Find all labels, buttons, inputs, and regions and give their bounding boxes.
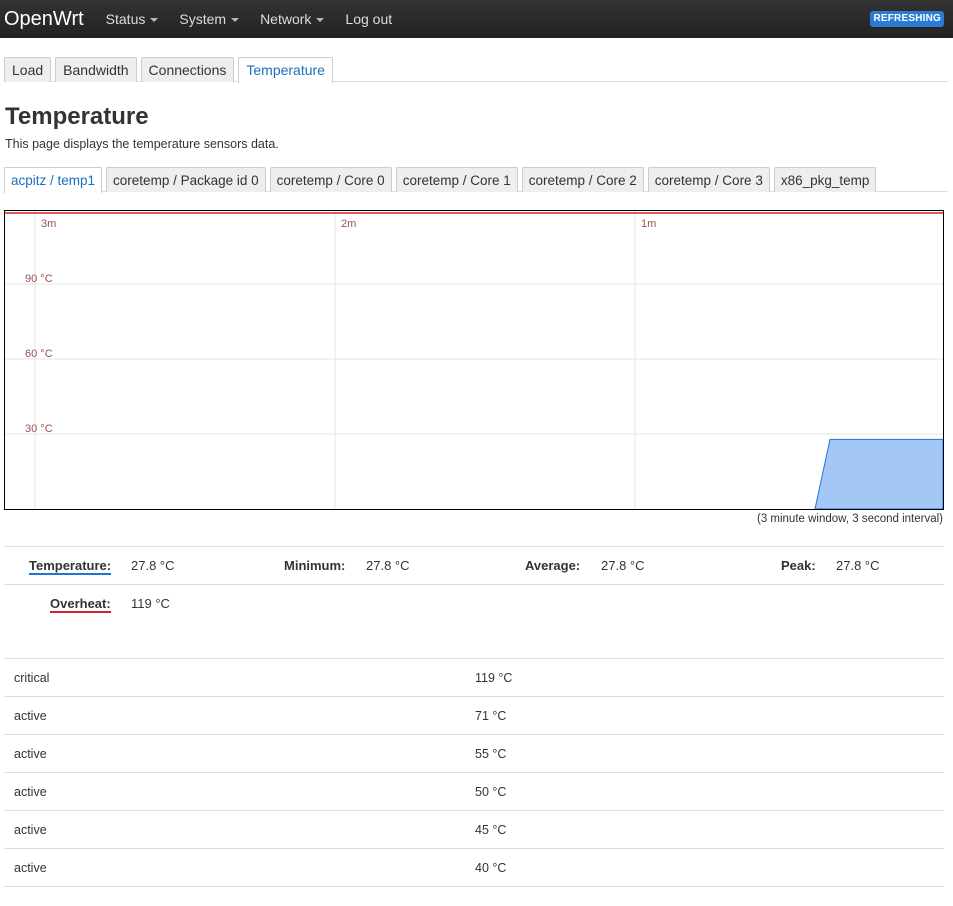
minimum-label: Minimum: [284, 558, 346, 573]
refreshing-badge[interactable]: REFRESHING [870, 11, 944, 27]
tab-sensor-core-3[interactable]: coretemp / Core 3 [647, 167, 770, 192]
minimum-value: 27.8 °C [366, 558, 410, 573]
trip-type: active [14, 709, 47, 723]
temperature-graph: 3m 2m 1m 90 °C 60 °C 30 °C [4, 210, 944, 510]
caret-down-icon [231, 17, 240, 22]
trip-type: active [14, 861, 47, 875]
tab-bandwidth[interactable]: Bandwidth [55, 57, 137, 82]
nav-menu: Status System Network Log out [106, 11, 413, 27]
tab-sensor-core-1[interactable]: coretemp / Core 1 [395, 167, 518, 192]
nav-item-system[interactable]: System [179, 11, 240, 27]
x-tick-label: 3m [41, 218, 56, 230]
trip-points-table: critical 119 °C active 71 °C active 55 °… [4, 658, 944, 887]
temperature-area [814, 438, 943, 509]
tab-sensor-package-id-0[interactable]: coretemp / Package id 0 [106, 167, 266, 192]
legend-row: Temperature: 27.8 °C Minimum: 27.8 °C Av… [4, 547, 944, 585]
trip-temp: 55 °C [475, 747, 507, 761]
peak-value: 27.8 °C [836, 558, 880, 573]
nav-item-network[interactable]: Network [260, 11, 325, 27]
trip-type: active [14, 785, 47, 799]
nav-item-label: Log out [345, 11, 393, 27]
y-tick-label: 90 °C [25, 273, 53, 285]
tab-sensor-core-2[interactable]: coretemp / Core 2 [521, 167, 644, 192]
trip-temp: 40 °C [475, 861, 507, 875]
peak-label: Peak: [781, 558, 816, 573]
y-tick-label: 60 °C [25, 348, 53, 360]
x-tick-label: 2m [341, 218, 356, 230]
table-row: active 45 °C [4, 811, 944, 849]
tab-sensor-core-0[interactable]: coretemp / Core 0 [269, 167, 392, 192]
trip-temp: 119 °C [475, 671, 513, 685]
temperature-label: Temperature: [29, 558, 112, 575]
page-title: Temperature [5, 103, 149, 130]
nav-item-label: Status [105, 11, 146, 27]
table-row: active 40 °C [4, 849, 944, 887]
nav-item-logout[interactable]: Log out [345, 11, 392, 27]
trip-temp: 50 °C [475, 785, 507, 799]
trip-type: active [14, 823, 47, 837]
tab-connections[interactable]: Connections [140, 57, 235, 82]
trip-temp: 45 °C [475, 823, 507, 837]
x-tick-label: 1m [641, 218, 656, 230]
y-tick-label: 30 °C [25, 423, 53, 435]
table-row: active 50 °C [4, 773, 944, 811]
graph-canvas: 3m 2m 1m 90 °C 60 °C 30 °C [5, 211, 943, 509]
caret-down-icon [316, 17, 325, 22]
legend-row: Overheat: 119 °C [4, 585, 944, 623]
graph-window-note: (3 minute window, 3 second interval) [756, 513, 943, 525]
tab-sensor-acpitz-temp1[interactable]: acpitz / temp1 [4, 167, 103, 193]
tab-load[interactable]: Load [4, 57, 52, 82]
table-row: active 71 °C [4, 697, 944, 735]
main-tabs: Load Bandwidth Connections Temperature [4, 57, 948, 83]
temperature-value: 27.8 °C [131, 558, 175, 573]
sensor-tabs: acpitz / temp1 coretemp / Package id 0 c… [4, 167, 948, 193]
caret-down-icon [150, 17, 159, 22]
table-row: critical 119 °C [4, 659, 944, 697]
overheat-value: 119 °C [131, 596, 170, 611]
brand-logo[interactable]: OpenWrt [4, 0, 84, 38]
nav-item-status[interactable]: Status [106, 11, 159, 27]
trip-type: critical [14, 671, 50, 685]
trip-type: active [14, 747, 47, 761]
tab-sensor-x86-pkg-temp[interactable]: x86_pkg_temp [773, 167, 877, 192]
average-value: 27.8 °C [601, 558, 645, 573]
trip-temp: 71 °C [475, 709, 507, 723]
average-label: Average: [525, 558, 581, 573]
top-navbar: OpenWrt Status System Network Log out RE… [0, 0, 953, 38]
nav-item-label: System [179, 11, 227, 27]
page-description: This page displays the temperature senso… [5, 137, 279, 151]
nav-item-label: Network [260, 11, 312, 27]
stats-legend: Temperature: 27.8 °C Minimum: 27.8 °C Av… [4, 546, 944, 623]
table-row: active 55 °C [4, 735, 944, 773]
tab-temperature[interactable]: Temperature [238, 57, 333, 83]
overheat-label: Overheat: [50, 596, 111, 613]
